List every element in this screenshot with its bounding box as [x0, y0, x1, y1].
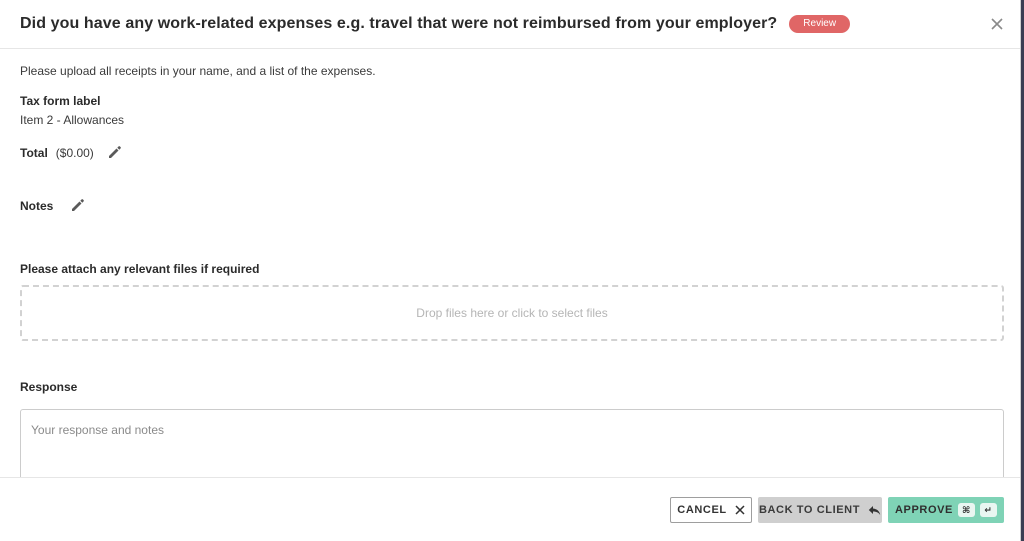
dropzone-text: Drop files here or click to select files — [416, 306, 608, 320]
cancel-button[interactable]: CANCEL — [670, 497, 752, 523]
close-button[interactable] — [985, 12, 1009, 36]
back-to-client-button[interactable]: BACK TO CLIENT — [758, 497, 882, 523]
intro-text: Please upload all receipts in your name,… — [20, 64, 376, 78]
approve-button-label: APPROVE — [895, 504, 953, 516]
dialog-footer: CANCEL BACK TO CLIENT APPROVE ⌘ ↵ — [0, 477, 1020, 541]
reply-arrow-icon — [868, 505, 881, 516]
notes-row: Notes — [20, 198, 87, 214]
attach-files-heading: Please attach any relevant files if requ… — [20, 262, 260, 276]
close-icon — [991, 18, 1003, 30]
tax-form-label-value: Item 2 - Allowances — [20, 113, 125, 127]
file-dropzone[interactable]: Drop files here or click to select files — [20, 285, 1004, 341]
dialog-title: Did you have any work-related expenses e… — [20, 15, 778, 32]
total-amount: ($0.00) — [55, 146, 94, 160]
notes-label: Notes — [20, 199, 54, 213]
cancel-button-label: CANCEL — [677, 504, 727, 516]
dialog-header: Did you have any work-related expenses e… — [0, 0, 1020, 49]
approve-button[interactable]: APPROVE ⌘ ↵ — [888, 497, 1004, 523]
back-to-client-label: BACK TO CLIENT — [758, 504, 861, 516]
edit-notes-pencil-icon[interactable] — [71, 198, 87, 214]
edit-total-pencil-icon[interactable] — [108, 145, 124, 161]
review-dialog: Did you have any work-related expenses e… — [0, 0, 1021, 541]
command-key-icon: ⌘ — [958, 503, 975, 517]
response-heading: Response — [20, 380, 78, 394]
total-label: Total — [20, 146, 48, 160]
review-status-badge: Review — [789, 15, 851, 33]
close-icon — [735, 505, 745, 515]
tax-form-label-heading: Tax form label — [20, 94, 101, 108]
total-row: Total ($0.00) — [20, 145, 124, 161]
return-key-icon: ↵ — [980, 503, 997, 517]
